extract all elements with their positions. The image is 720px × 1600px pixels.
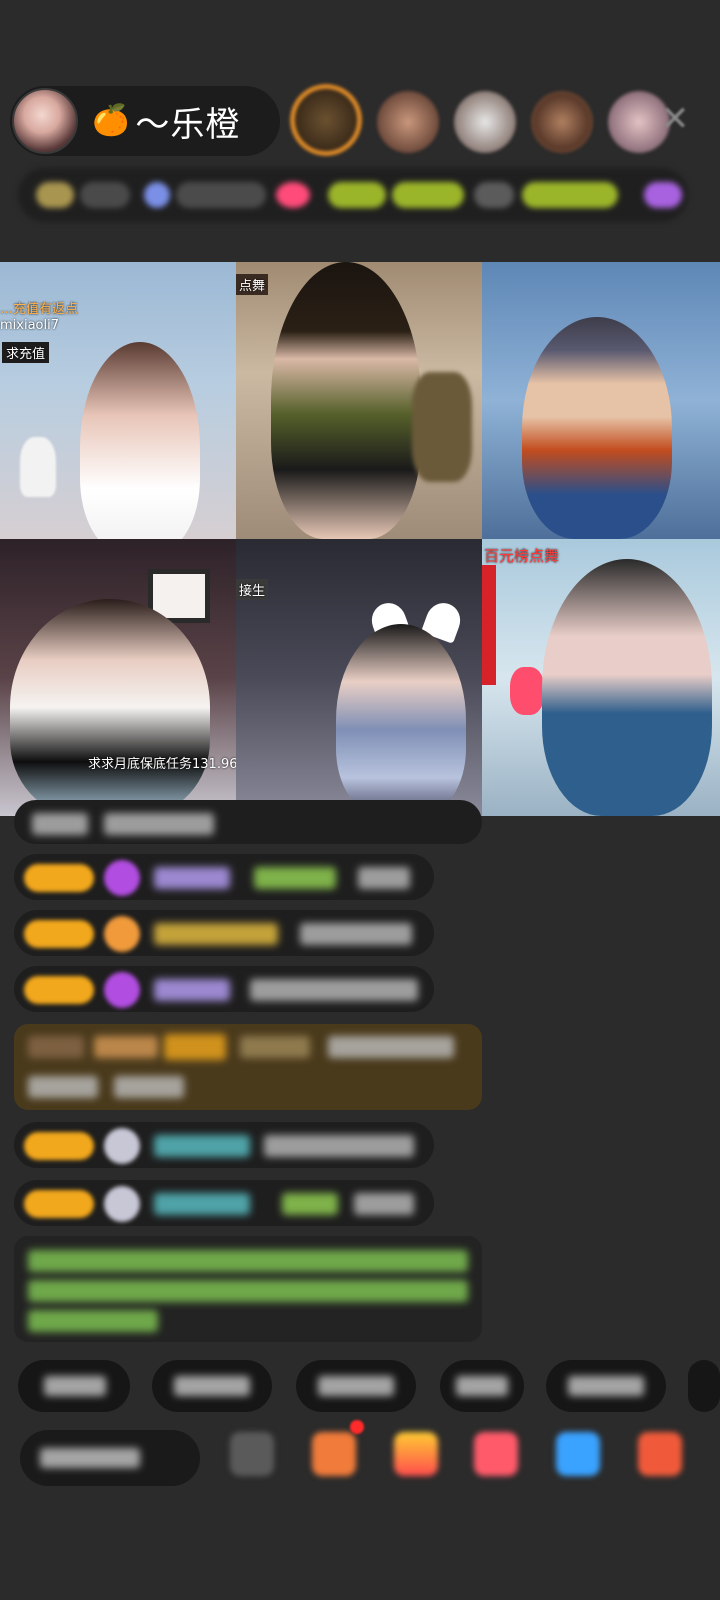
chat-message: [14, 800, 482, 844]
video-tile[interactable]: 求求月底保底任务131.96: [0, 539, 236, 816]
chat-message: [14, 1122, 434, 1168]
tile-caption: …充值有返点: [0, 302, 79, 317]
tile-caption: mixiaoli7: [0, 318, 59, 333]
host-name: ～乐橙: [135, 104, 241, 145]
video-grid: …充值有返点 mixiaoli7 求充值 点舞 求求月底保底任务131.96 接…: [0, 262, 720, 816]
chat-message-highlight: [14, 1024, 482, 1110]
emoji-icon[interactable]: [230, 1432, 274, 1476]
chat-message: [14, 910, 434, 956]
quick-reply-pill[interactable]: [546, 1360, 666, 1412]
gift-box-icon[interactable]: [312, 1432, 356, 1476]
host-avatar[interactable]: [12, 88, 78, 154]
close-icon[interactable]: ✕: [652, 96, 698, 142]
viewer-avatar-list: [290, 84, 685, 156]
quick-reply-pill[interactable]: [18, 1360, 130, 1412]
plush-toy: [510, 667, 544, 715]
game-icon[interactable]: [474, 1432, 518, 1476]
badge-row: [18, 168, 688, 222]
viewer-avatar[interactable]: [531, 91, 593, 153]
tile-caption: 百元榜点舞: [484, 547, 560, 565]
plant-decoration: [412, 372, 472, 482]
viewer-avatar[interactable]: [377, 91, 439, 153]
viewer-avatar[interactable]: [454, 91, 516, 153]
video-tile[interactable]: [482, 262, 720, 539]
tile-caption: 接生: [236, 579, 269, 600]
gift-icon[interactable]: [638, 1432, 682, 1476]
video-tile[interactable]: 百元榜点舞: [482, 539, 720, 816]
quick-reply-pill[interactable]: [152, 1360, 272, 1412]
rabbit-plush: [20, 437, 56, 497]
video-tile[interactable]: …充值有返点 mixiaoli7 求充值: [0, 262, 236, 539]
red-banner: [482, 565, 496, 685]
tile-caption: 点舞: [236, 274, 269, 295]
quick-reply-pill[interactable]: [440, 1360, 524, 1412]
chat-system-message: [14, 1236, 482, 1342]
tile-caption: 求求月底保底任务131.96: [88, 757, 236, 772]
orange-emoji-icon: 🍊: [92, 103, 130, 138]
treasure-icon[interactable]: [394, 1432, 438, 1476]
host-info-pill[interactable]: 🍊 ～乐橙: [10, 86, 280, 156]
quick-reply-pill[interactable]: [688, 1360, 720, 1412]
tile-caption: 求充值: [2, 342, 50, 363]
video-tile[interactable]: 接生: [236, 539, 482, 816]
chat-message: [14, 854, 434, 900]
chat-message: [14, 1180, 434, 1226]
notification-dot: [350, 1420, 364, 1434]
quick-reply-pill[interactable]: [296, 1360, 416, 1412]
video-tile[interactable]: 点舞: [236, 262, 482, 539]
viewer-avatar[interactable]: [290, 84, 362, 156]
chat-input[interactable]: [20, 1430, 200, 1486]
share-icon[interactable]: [556, 1432, 600, 1476]
chat-message: [14, 966, 434, 1012]
